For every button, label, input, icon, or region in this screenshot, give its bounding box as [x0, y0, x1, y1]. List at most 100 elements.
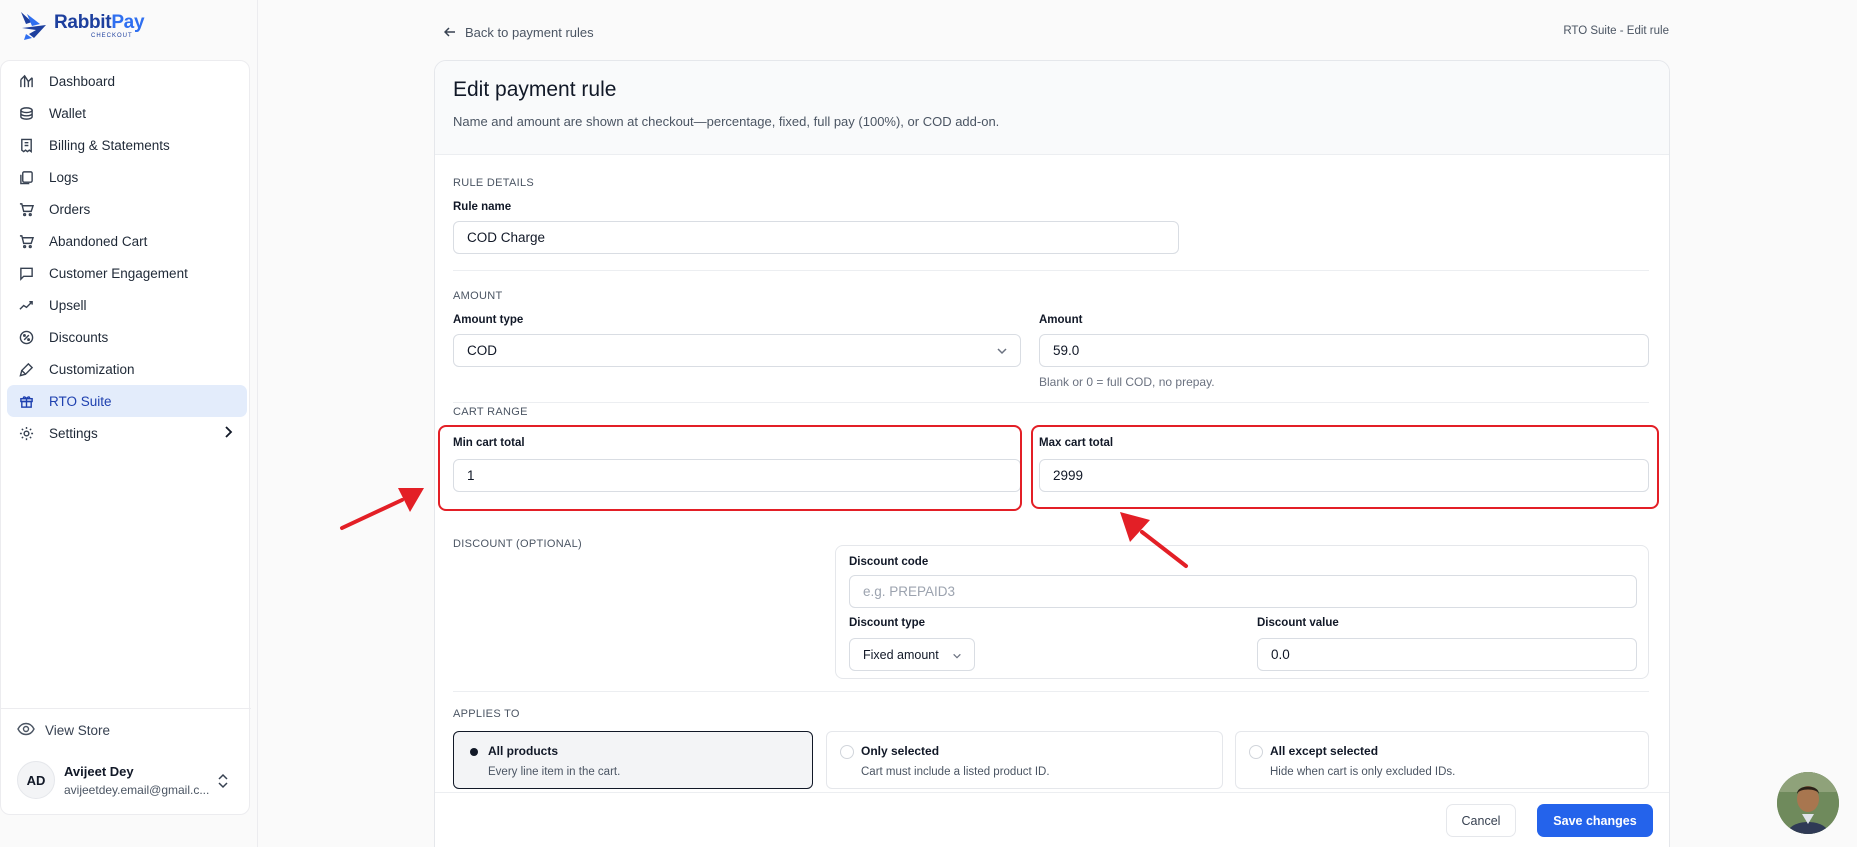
sidebar-item-label: Logs: [49, 169, 79, 185]
trend-icon: [18, 297, 34, 313]
chevron-right-icon: [221, 425, 235, 442]
sidebar-item-label: Upsell: [49, 297, 87, 313]
applies-option-only-selected[interactable]: Only selected Cart must include a listed…: [826, 731, 1223, 789]
sidebar-item-label: Discounts: [49, 329, 109, 345]
sidebar-item-billing[interactable]: Billing & Statements: [7, 129, 247, 161]
applies-option-desc: Every line item in the cart.: [488, 766, 621, 778]
sidebar-item-logs[interactable]: Logs: [7, 161, 247, 193]
sidebar-item-discounts[interactable]: Discounts: [7, 321, 247, 353]
section-label-applies-to: APPLIES TO: [453, 708, 520, 720]
applies-option-title: All except selected: [1270, 744, 1379, 758]
back-link-label: Back to payment rules: [465, 25, 594, 40]
card-header: Edit payment rule Name and amount are sh…: [435, 61, 1669, 155]
sidebar-item-upsell[interactable]: Upsell: [7, 289, 247, 321]
sidebar-item-label: Customer Engagement: [49, 265, 188, 281]
sidebar-divider: [1, 708, 251, 709]
discount-panel: Discount code e.g. PREPAID3 Discount typ…: [835, 545, 1649, 679]
sidebar-item-abandoned-cart[interactable]: Abandoned Cart: [7, 225, 247, 257]
sidebar-item-settings[interactable]: Settings: [7, 417, 247, 449]
annotation-arrow-icon: [1120, 512, 1188, 568]
arrow-left-icon: [443, 25, 456, 40]
page-title: Edit payment rule: [453, 78, 617, 101]
radio-selected[interactable]: [467, 745, 481, 759]
chevron-down-icon: [996, 345, 1008, 360]
sidebar-item-label: Billing & Statements: [49, 137, 170, 153]
amount-type-select[interactable]: COD: [453, 334, 1021, 367]
rule-name-input[interactable]: COD Charge: [453, 221, 1179, 254]
support-chat-avatar[interactable]: [1777, 772, 1839, 834]
section-label-rule-details: RULE DETAILS: [453, 177, 535, 189]
rule-name-label: Rule name: [453, 201, 512, 213]
discount-value-input[interactable]: 0.0: [1257, 638, 1637, 671]
rabbit-logo-icon: [21, 12, 46, 40]
section-label-cart-range: CART RANGE: [453, 406, 528, 418]
highlight-min-cart-total: [438, 425, 1022, 511]
cart-icon: [18, 201, 34, 217]
section-label-discount: DISCOUNT (OPTIONAL): [453, 538, 582, 550]
discount-code-placeholder: e.g. PREPAID3: [863, 584, 956, 599]
rule-name-value: COD Charge: [467, 230, 546, 245]
gift-icon: [18, 393, 34, 409]
brush-icon: [18, 361, 34, 377]
discount-code-label: Discount code: [849, 556, 929, 568]
billing-icon: [18, 137, 34, 153]
view-store-link[interactable]: View Store: [17, 722, 110, 739]
chevron-up-down-icon: [217, 773, 229, 794]
dashboard-icon: [18, 73, 34, 89]
amount-type-label: Amount type: [453, 314, 524, 326]
back-to-payment-rules-link[interactable]: Back to payment rules: [443, 25, 594, 40]
sidebar-item-customer-engagement[interactable]: Customer Engagement: [7, 257, 247, 289]
footer-divider: [435, 792, 1669, 793]
user-email: avijeetdey.email@gmail.c...: [64, 782, 210, 797]
wallet-icon: [18, 105, 34, 121]
amount-label: Amount: [1039, 314, 1083, 326]
section-label-amount: AMOUNT: [453, 290, 503, 302]
page-description: Name and amount are shown at checkout—pe…: [453, 114, 1000, 129]
sidebar-item-customization[interactable]: Customization: [7, 353, 247, 385]
discount-icon: [18, 329, 34, 345]
section-divider: [453, 691, 1649, 692]
sidebar-item-label: Abandoned Cart: [49, 233, 148, 249]
discount-value-value: 0.0: [1271, 647, 1290, 662]
sidebar-item-label: RTO Suite: [49, 393, 112, 409]
highlight-max-cart-total: [1031, 425, 1659, 509]
sidebar-item-label: Dashboard: [49, 73, 116, 89]
applies-option-title: Only selected: [861, 744, 940, 758]
cancel-button[interactable]: Cancel: [1446, 804, 1516, 837]
sidebar-item-wallet[interactable]: Wallet: [7, 97, 247, 129]
radio-unselected[interactable]: [1249, 745, 1263, 759]
chevron-down-icon: [952, 650, 962, 664]
applies-option-title: All products: [488, 744, 559, 758]
save-changes-button[interactable]: Save changes: [1537, 804, 1653, 837]
discount-code-input[interactable]: e.g. PREPAID3: [849, 575, 1637, 608]
sidebar: RabbitPay CHECKOUT Dashboard Wallet Bill…: [0, 0, 258, 847]
applies-option-all-products[interactable]: All products Every line item in the cart…: [453, 731, 813, 789]
amount-type-value: COD: [467, 343, 497, 358]
section-divider: [453, 270, 1649, 271]
user-menu[interactable]: AD Avijeet Dey avijeetdey.email@gmail.c.…: [17, 761, 228, 799]
discount-type-label: Discount type: [849, 617, 926, 629]
person-photo-icon: [1777, 772, 1839, 834]
sidebar-item-label: Settings: [49, 425, 98, 441]
eye-icon: [17, 722, 35, 739]
cart-icon: [18, 233, 34, 249]
breadcrumb: RTO Suite - Edit rule: [1563, 25, 1669, 37]
sidebar-item-orders[interactable]: Orders: [7, 193, 247, 225]
radio-unselected[interactable]: [840, 745, 854, 759]
amount-hint: Blank or 0 = full COD, no prepay.: [1039, 375, 1215, 389]
amount-input[interactable]: 59.0: [1039, 334, 1649, 367]
discount-type-select[interactable]: Fixed amount: [849, 638, 975, 671]
annotation-arrow-icon: [340, 488, 424, 530]
applies-option-all-except-selected[interactable]: All except selected Hide when cart is on…: [1235, 731, 1649, 789]
amount-value: 59.0: [1053, 343, 1080, 358]
rabbitpay-logo[interactable]: RabbitPay CHECKOUT: [18, 10, 145, 42]
sidebar-item-dashboard[interactable]: Dashboard: [7, 65, 247, 97]
logs-icon: [18, 169, 34, 185]
section-divider: [453, 402, 1649, 403]
sidebar-item-rto-suite[interactable]: RTO Suite: [7, 385, 247, 417]
brand-name: RabbitPay: [54, 12, 145, 33]
discount-value-label: Discount value: [1257, 617, 1339, 629]
gear-icon: [18, 425, 34, 441]
sidebar-item-label: Wallet: [49, 105, 87, 121]
sidebar-item-label: Customization: [49, 361, 135, 377]
